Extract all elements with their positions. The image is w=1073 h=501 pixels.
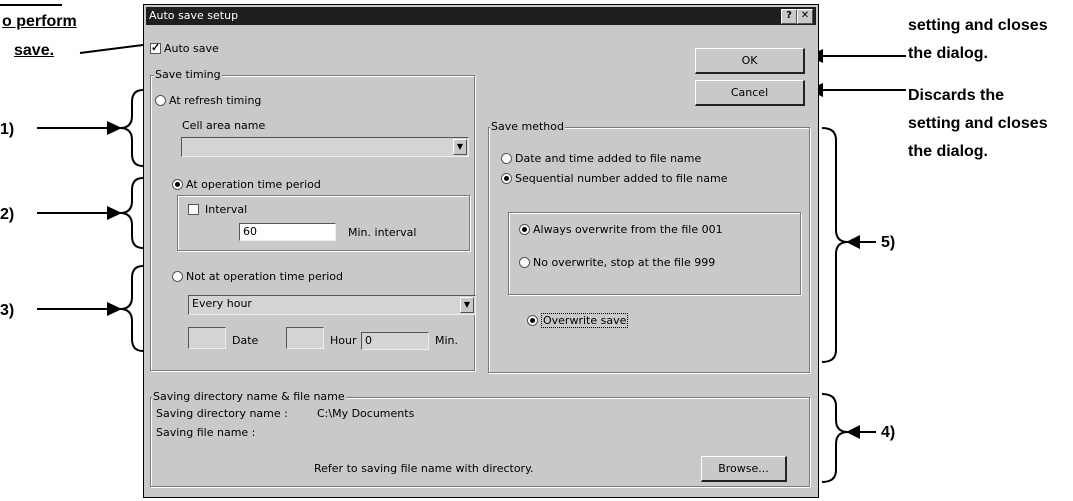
arrowhead-2 [107, 206, 122, 220]
every-select[interactable]: Every hour ▼ [188, 295, 476, 315]
saving-file-name-label: Saving file name : [156, 426, 256, 439]
annotation-cancel-line1: Discards the [908, 87, 1005, 104]
at-refresh-label: At refresh timing [169, 94, 262, 107]
question-icon[interactable]: ? [781, 9, 797, 24]
overwrite-save-label: Overwrite save [541, 313, 629, 328]
annotation-ok-line1: setting and closes [908, 17, 1048, 34]
saving-directory-name-label: Saving directory name : [156, 407, 288, 420]
min-input[interactable]: 0 [361, 332, 429, 350]
annotation-top-left-line2: save. [14, 42, 55, 59]
overwrite-save-radio[interactable] [527, 315, 538, 326]
browse-button-label: Browse... [718, 462, 769, 475]
sequential-radio[interactable] [501, 173, 512, 184]
brace-4 [821, 393, 849, 483]
every-value: Every hour [192, 297, 252, 310]
no-overwrite-radio[interactable] [519, 257, 530, 268]
hour-input[interactable] [286, 327, 324, 349]
date-input[interactable] [188, 327, 226, 349]
interval-input[interactable]: 60 [239, 223, 336, 241]
brace-2 [119, 177, 144, 249]
arrow-line-auto-save [79, 43, 152, 54]
refer-text: Refer to saving file name with directory… [314, 462, 534, 475]
cancel-button[interactable]: Cancel [695, 80, 805, 106]
min-value: 0 [365, 334, 372, 347]
annotation-ok-line2: the dialog. [908, 45, 988, 62]
brace-5 [821, 127, 849, 363]
ok-button-label: OK [741, 54, 758, 67]
arrowhead-1 [107, 121, 122, 135]
brace-1 [119, 89, 144, 167]
hour-label: Hour [330, 334, 357, 347]
cancel-button-label: Cancel [730, 86, 769, 99]
dialog-title: Auto save setup [149, 9, 239, 22]
arrowhead-3 [107, 302, 122, 316]
date-time-radio[interactable] [501, 153, 512, 164]
save-method-label: Save method [490, 120, 565, 133]
annotation-cancel-line3: the dialog. [908, 143, 988, 160]
date-label: Date [232, 334, 259, 347]
chevron-down-icon[interactable]: ▼ [460, 297, 474, 313]
chevron-down-icon[interactable]: ▼ [453, 139, 467, 155]
saving-directory-name-value: C:\My Documents [317, 407, 415, 420]
interval-checkbox[interactable] [188, 204, 199, 215]
marker-5: 5) [881, 234, 896, 251]
marker-4: 4) [881, 424, 896, 441]
always-overwrite-radio[interactable] [519, 224, 530, 235]
cell-area-label: Cell area name [182, 119, 266, 132]
sequential-label: Sequential number added to file name [515, 172, 728, 185]
at-operation-radio[interactable] [172, 179, 183, 190]
marker-3: 3) [0, 302, 15, 319]
arrowhead-4 [846, 425, 860, 439]
browse-button[interactable]: Browse... [701, 456, 787, 482]
at-refresh-radio[interactable] [155, 95, 166, 106]
date-time-label: Date and time added to file name [515, 152, 702, 165]
saving-directory-group-label: Saving directory name & file name [152, 390, 346, 403]
close-icon[interactable]: ✕ [797, 9, 813, 24]
not-at-operation-radio[interactable] [172, 271, 183, 282]
brace-3 [119, 265, 144, 352]
always-overwrite-label: Always overwrite from the file 001 [533, 223, 723, 236]
save-timing-label: Save timing [154, 68, 222, 81]
min-interval-label: Min. interval [348, 226, 417, 239]
auto-save-dialog: Auto save setup ? ✕ ✓ Auto save OK Cance… [143, 4, 819, 498]
interval-value: 60 [243, 225, 257, 238]
annotation-cancel-line2: setting and closes [908, 115, 1048, 132]
not-at-operation-label: Not at operation time period [186, 270, 344, 283]
marker-2: 2) [0, 206, 15, 223]
ok-button[interactable]: OK [695, 48, 805, 74]
min-label: Min. [435, 334, 459, 347]
at-operation-label: At operation time period [186, 178, 321, 191]
cell-area-select[interactable]: ▼ [181, 137, 469, 157]
annotation-top-left-line1: o perform [2, 13, 77, 30]
auto-save-checkbox[interactable]: ✓ [150, 43, 161, 54]
auto-save-label: Auto save [164, 42, 219, 55]
no-overwrite-label: No overwrite, stop at the file 999 [533, 256, 716, 269]
interval-label: Interval [205, 203, 248, 216]
arrowhead-5 [846, 235, 860, 249]
title-bar: Auto save setup ? ✕ [146, 7, 816, 25]
marker-1: 1) [0, 121, 15, 138]
